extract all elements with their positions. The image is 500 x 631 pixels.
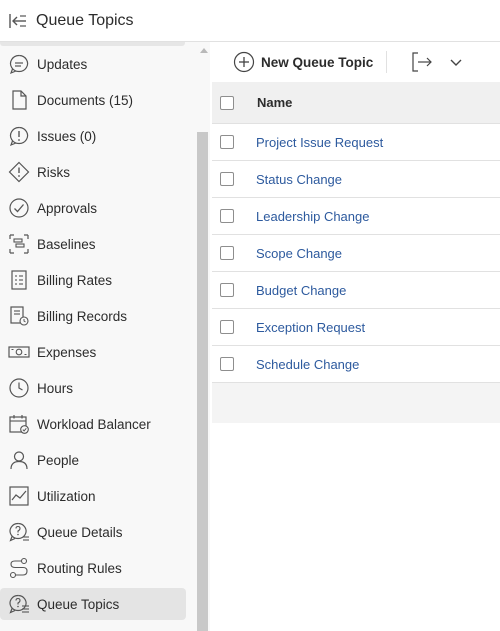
row-checkbox[interactable] (220, 283, 234, 297)
baseline-icon (8, 233, 30, 255)
document-icon (8, 89, 30, 111)
table-row: Scope Change (212, 235, 500, 272)
person-icon (8, 449, 30, 471)
sidebar-item-label: Routing Rules (37, 560, 122, 576)
speech-bubble-icon (8, 53, 30, 75)
sidebar-item-label: Workload Balancer (37, 416, 151, 432)
sidebar-item-expenses[interactable]: Expenses (0, 336, 186, 368)
row-checkbox[interactable] (220, 320, 234, 334)
row-checkbox[interactable] (220, 135, 234, 149)
sidebar-item-billing-records[interactable]: Billing Records (0, 300, 186, 332)
sidebar-item-label: Utilization (37, 488, 96, 504)
main-content: New Queue Topic Name Project Issue Reque… (210, 42, 500, 631)
sidebar-item-workload-balancer[interactable]: Workload Balancer (0, 408, 186, 440)
sidebar-item-label: Risks (37, 164, 70, 180)
queue-details-icon (8, 521, 30, 543)
check-circle-icon (8, 197, 30, 219)
sidebar-item-people[interactable]: People (0, 444, 186, 476)
row-checkbox[interactable] (220, 357, 234, 371)
table-row: Leadership Change (212, 198, 500, 235)
queue-topic-link[interactable]: Status Change (256, 172, 342, 187)
column-header-name[interactable]: Name (257, 95, 292, 110)
queue-topic-link[interactable]: Leadership Change (256, 209, 369, 224)
money-icon (8, 341, 30, 363)
sidebar-item-billing-rates[interactable]: Billing Rates (0, 264, 186, 296)
sidebar-item-queue-details[interactable]: Queue Details (0, 516, 186, 548)
row-checkbox[interactable] (220, 209, 234, 223)
new-queue-topic-label: New Queue Topic (261, 54, 374, 70)
sidebar-item-baselines[interactable]: Baselines (0, 228, 186, 260)
sidebar-item-updates[interactable]: Updates (0, 48, 186, 80)
sidebar-scrollbar-thumb[interactable] (197, 132, 208, 631)
sidebar-item-risks[interactable]: Risks (0, 156, 186, 188)
sidebar-item-routing-rules[interactable]: Routing Rules (0, 552, 186, 584)
select-all-checkbox[interactable] (220, 96, 234, 110)
sidebar-item-label: Approvals (37, 200, 98, 216)
risk-diamond-icon (8, 161, 30, 183)
sidebar-item-label: Updates (37, 56, 88, 72)
sidebar-item-label: Billing Records (37, 308, 128, 324)
sidebar-item-label: Expenses (37, 344, 97, 360)
chevron-down-icon[interactable] (448, 54, 464, 70)
new-queue-topic-button[interactable]: New Queue Topic (233, 50, 373, 74)
clock-icon (8, 377, 30, 399)
queue-topic-link[interactable]: Exception Request (256, 320, 365, 335)
sidebar-item-approvals[interactable]: Approvals (0, 192, 186, 224)
sidebar-item-hours[interactable]: Hours (0, 372, 186, 404)
export-icon[interactable] (410, 51, 434, 73)
routing-icon (8, 557, 30, 579)
queue-topics-table: Name Project Issue Request Status Change… (212, 82, 500, 383)
sidebar-item-utilization[interactable]: Utilization (0, 480, 186, 512)
page-header: Queue Topics (0, 0, 500, 42)
row-checkbox[interactable] (220, 172, 234, 186)
sidebar-item-label: Billing Rates (37, 272, 113, 288)
sidebar-item-label: Hours (37, 380, 74, 396)
sidebar-item-label: Issues (0) (37, 128, 97, 144)
table-header: Name (212, 82, 500, 124)
sidebar-item-queue-topics[interactable]: Queue Topics (0, 588, 186, 620)
table-row: Budget Change (212, 272, 500, 309)
queue-topic-link[interactable]: Budget Change (256, 283, 346, 298)
queue-topic-link[interactable]: Schedule Change (256, 357, 359, 372)
toolbar: New Queue Topic (210, 42, 500, 82)
alert-bubble-icon (8, 125, 30, 147)
sidebar-scroll-shadow (0, 42, 185, 46)
billing-records-icon (8, 305, 30, 327)
sidebar-item-documents[interactable]: Documents (15) (0, 84, 186, 116)
sidebar-item-label: Queue Topics (37, 596, 120, 612)
sidebar-item-label: People (37, 452, 80, 468)
scroll-up-arrow-icon[interactable] (200, 48, 208, 53)
row-checkbox[interactable] (220, 246, 234, 260)
collapse-left-icon[interactable] (8, 11, 28, 31)
table-row: Exception Request (212, 309, 500, 346)
table-row: Schedule Change (212, 346, 500, 383)
table-row: Project Issue Request (212, 124, 500, 161)
billing-rates-icon (8, 269, 30, 291)
table-footer (212, 383, 500, 423)
toolbar-divider (386, 51, 387, 73)
table-row: Status Change (212, 161, 500, 198)
page-title: Queue Topics (36, 11, 134, 29)
queue-topics-icon (8, 593, 30, 615)
queue-topic-link[interactable]: Project Issue Request (256, 135, 383, 150)
line-chart-icon (8, 485, 30, 507)
sidebar: Updates Documents (15) Issues (0) Risks … (0, 42, 210, 631)
queue-topic-link[interactable]: Scope Change (256, 246, 342, 261)
sidebar-item-label: Documents (15) (37, 92, 134, 108)
sidebar-item-label: Baselines (37, 236, 96, 252)
sidebar-item-issues[interactable]: Issues (0) (0, 120, 186, 152)
plus-circle-icon (233, 51, 255, 73)
sidebar-item-label: Queue Details (37, 524, 123, 540)
calendar-check-icon (8, 413, 30, 435)
